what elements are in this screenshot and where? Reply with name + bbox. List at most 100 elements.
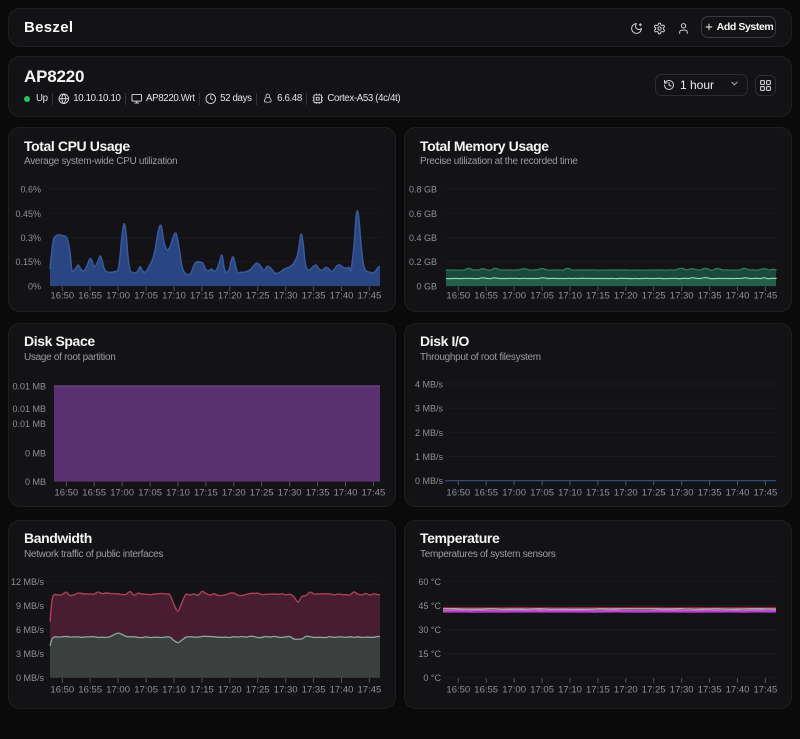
svg-text:0 °C: 0 °C — [423, 673, 441, 683]
svg-text:16:55: 16:55 — [82, 487, 106, 498]
svg-text:17:05: 17:05 — [134, 290, 158, 301]
svg-text:17:05: 17:05 — [530, 290, 554, 301]
svg-text:17:15: 17:15 — [586, 290, 610, 301]
svg-text:17:45: 17:45 — [358, 684, 382, 695]
svg-text:0.45%: 0.45% — [15, 208, 41, 218]
svg-text:17:40: 17:40 — [330, 290, 354, 301]
svg-text:17:35: 17:35 — [698, 684, 722, 695]
svg-text:16:50: 16:50 — [446, 290, 470, 301]
svg-text:15 °C: 15 °C — [418, 649, 441, 659]
svg-text:17:10: 17:10 — [558, 290, 582, 301]
svg-text:17:40: 17:40 — [334, 487, 358, 498]
svg-text:17:00: 17:00 — [110, 487, 134, 498]
svg-text:17:25: 17:25 — [642, 290, 666, 301]
svg-text:0%: 0% — [28, 281, 41, 291]
svg-text:17:35: 17:35 — [698, 290, 722, 301]
svg-text:16:55: 16:55 — [78, 684, 102, 695]
svg-text:17:10: 17:10 — [558, 684, 582, 695]
svg-text:17:05: 17:05 — [530, 487, 554, 498]
svg-text:45 °C: 45 °C — [418, 600, 441, 610]
svg-text:17:10: 17:10 — [162, 684, 186, 695]
svg-text:17:15: 17:15 — [190, 290, 214, 301]
svg-text:17:40: 17:40 — [726, 684, 750, 695]
svg-text:3 MB/s: 3 MB/s — [415, 403, 444, 413]
svg-text:17:45: 17:45 — [362, 487, 386, 498]
svg-text:17:35: 17:35 — [302, 290, 326, 301]
svg-text:17:05: 17:05 — [530, 684, 554, 695]
svg-text:17:30: 17:30 — [274, 684, 298, 695]
svg-text:17:45: 17:45 — [358, 290, 382, 301]
svg-text:17:20: 17:20 — [614, 290, 638, 301]
svg-text:17:20: 17:20 — [218, 684, 242, 695]
svg-text:17:05: 17:05 — [138, 487, 162, 498]
svg-text:6 MB/s: 6 MB/s — [16, 625, 45, 635]
svg-text:17:20: 17:20 — [222, 487, 246, 498]
svg-text:17:30: 17:30 — [670, 487, 694, 498]
svg-text:16:50: 16:50 — [446, 684, 470, 695]
svg-text:17:25: 17:25 — [246, 684, 270, 695]
svg-text:12 MB/s: 12 MB/s — [11, 576, 45, 586]
svg-text:17:15: 17:15 — [190, 684, 214, 695]
svg-text:17:30: 17:30 — [274, 290, 298, 301]
svg-text:16:55: 16:55 — [474, 487, 498, 498]
svg-text:17:20: 17:20 — [614, 684, 638, 695]
svg-text:17:35: 17:35 — [698, 487, 722, 498]
svg-text:0.3%: 0.3% — [20, 233, 41, 243]
svg-text:16:55: 16:55 — [474, 290, 498, 301]
svg-text:2 MB/s: 2 MB/s — [415, 427, 444, 437]
svg-text:17:25: 17:25 — [250, 487, 274, 498]
svg-text:0 GB: 0 GB — [416, 281, 437, 291]
svg-text:17:25: 17:25 — [246, 290, 270, 301]
svg-text:17:45: 17:45 — [754, 290, 778, 301]
svg-text:17:30: 17:30 — [278, 487, 302, 498]
svg-text:16:50: 16:50 — [446, 487, 470, 498]
svg-text:0 MB: 0 MB — [25, 477, 46, 487]
svg-text:9 MB/s: 9 MB/s — [16, 600, 45, 610]
svg-text:0.6%: 0.6% — [20, 184, 41, 194]
svg-text:16:50: 16:50 — [50, 684, 74, 695]
svg-text:17:45: 17:45 — [754, 684, 778, 695]
svg-text:0 MB/s: 0 MB/s — [415, 476, 444, 486]
svg-text:17:45: 17:45 — [754, 487, 778, 498]
svg-text:16:55: 16:55 — [78, 290, 102, 301]
svg-text:17:10: 17:10 — [162, 290, 186, 301]
svg-text:3 MB/s: 3 MB/s — [16, 649, 45, 659]
svg-text:0.01 MB: 0.01 MB — [12, 419, 46, 429]
svg-text:17:40: 17:40 — [330, 684, 354, 695]
svg-text:30 °C: 30 °C — [418, 625, 441, 635]
svg-text:17:15: 17:15 — [586, 487, 610, 498]
svg-text:60 °C: 60 °C — [418, 576, 441, 586]
svg-text:17:05: 17:05 — [134, 684, 158, 695]
svg-text:17:00: 17:00 — [502, 290, 526, 301]
svg-text:0 MB/s: 0 MB/s — [16, 673, 45, 683]
svg-text:17:25: 17:25 — [642, 684, 666, 695]
svg-text:0.4 GB: 0.4 GB — [409, 233, 437, 243]
svg-text:16:55: 16:55 — [474, 684, 498, 695]
svg-text:0.15%: 0.15% — [15, 257, 41, 267]
svg-text:0.01 MB: 0.01 MB — [12, 404, 46, 414]
svg-text:1 MB/s: 1 MB/s — [415, 451, 444, 461]
svg-text:17:25: 17:25 — [642, 487, 666, 498]
svg-text:0.2 GB: 0.2 GB — [409, 257, 437, 267]
svg-text:17:35: 17:35 — [302, 684, 326, 695]
svg-text:17:00: 17:00 — [502, 684, 526, 695]
svg-text:17:10: 17:10 — [166, 487, 190, 498]
svg-text:0.6 GB: 0.6 GB — [409, 208, 437, 218]
svg-text:0.01 MB: 0.01 MB — [12, 381, 46, 391]
svg-text:17:30: 17:30 — [670, 684, 694, 695]
svg-text:17:00: 17:00 — [502, 487, 526, 498]
svg-text:0 MB: 0 MB — [25, 448, 46, 458]
svg-text:17:30: 17:30 — [670, 290, 694, 301]
svg-text:17:15: 17:15 — [194, 487, 218, 498]
svg-text:17:10: 17:10 — [558, 487, 582, 498]
svg-text:17:20: 17:20 — [614, 487, 638, 498]
svg-text:17:15: 17:15 — [586, 684, 610, 695]
svg-text:0.8 GB: 0.8 GB — [409, 184, 437, 194]
svg-text:16:50: 16:50 — [54, 487, 78, 498]
svg-text:4 MB/s: 4 MB/s — [415, 379, 444, 389]
svg-text:16:50: 16:50 — [50, 290, 74, 301]
svg-text:17:00: 17:00 — [106, 684, 130, 695]
svg-text:17:40: 17:40 — [726, 487, 750, 498]
svg-text:17:20: 17:20 — [218, 290, 242, 301]
svg-text:17:40: 17:40 — [726, 290, 750, 301]
